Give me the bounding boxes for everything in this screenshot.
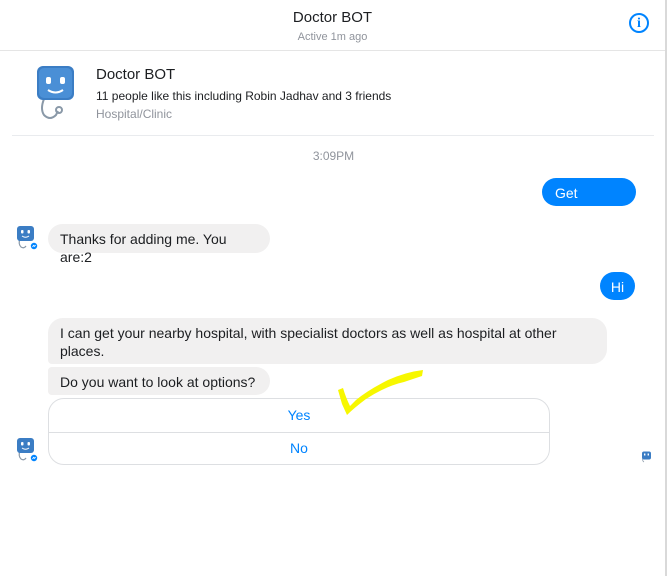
page-info-card: Doctor BOT 11 people like this including… bbox=[12, 51, 654, 136]
message-timestamp: 3:09PM bbox=[312, 149, 355, 163]
chat-header: Doctor BOT Active 1m ago i bbox=[0, 0, 665, 51]
quick-reply-card: Yes No bbox=[48, 398, 550, 465]
bot-avatar-icon bbox=[17, 226, 38, 250]
bot-avatar-icon bbox=[17, 438, 38, 462]
active-status: Active 1m ago bbox=[297, 31, 368, 43]
conversation-title: Doctor BOT bbox=[292, 9, 373, 26]
page-likes-text: 11 people like this including Robin Jadh… bbox=[96, 89, 392, 103]
bot-avatar-icon bbox=[37, 66, 74, 119]
message-hi: Hi bbox=[600, 272, 635, 300]
message-get-started: Get Started bbox=[542, 178, 636, 219]
page-category: Hospital/Clinic bbox=[96, 107, 173, 121]
message-thanks: Thanks for adding me. You are:2 bbox=[48, 224, 270, 265]
seen-indicator-icon bbox=[642, 451, 651, 463]
page-name[interactable]: Doctor BOT bbox=[96, 66, 175, 83]
message-nearby-hospital: I can get your nearby hospital, with spe… bbox=[48, 318, 607, 364]
info-icon[interactable]: i bbox=[629, 13, 649, 33]
message-options-question: Do you want to look at options? bbox=[48, 367, 270, 395]
quick-reply-yes-button[interactable]: Yes bbox=[49, 399, 549, 433]
quick-reply-no-button[interactable]: No bbox=[49, 432, 549, 464]
